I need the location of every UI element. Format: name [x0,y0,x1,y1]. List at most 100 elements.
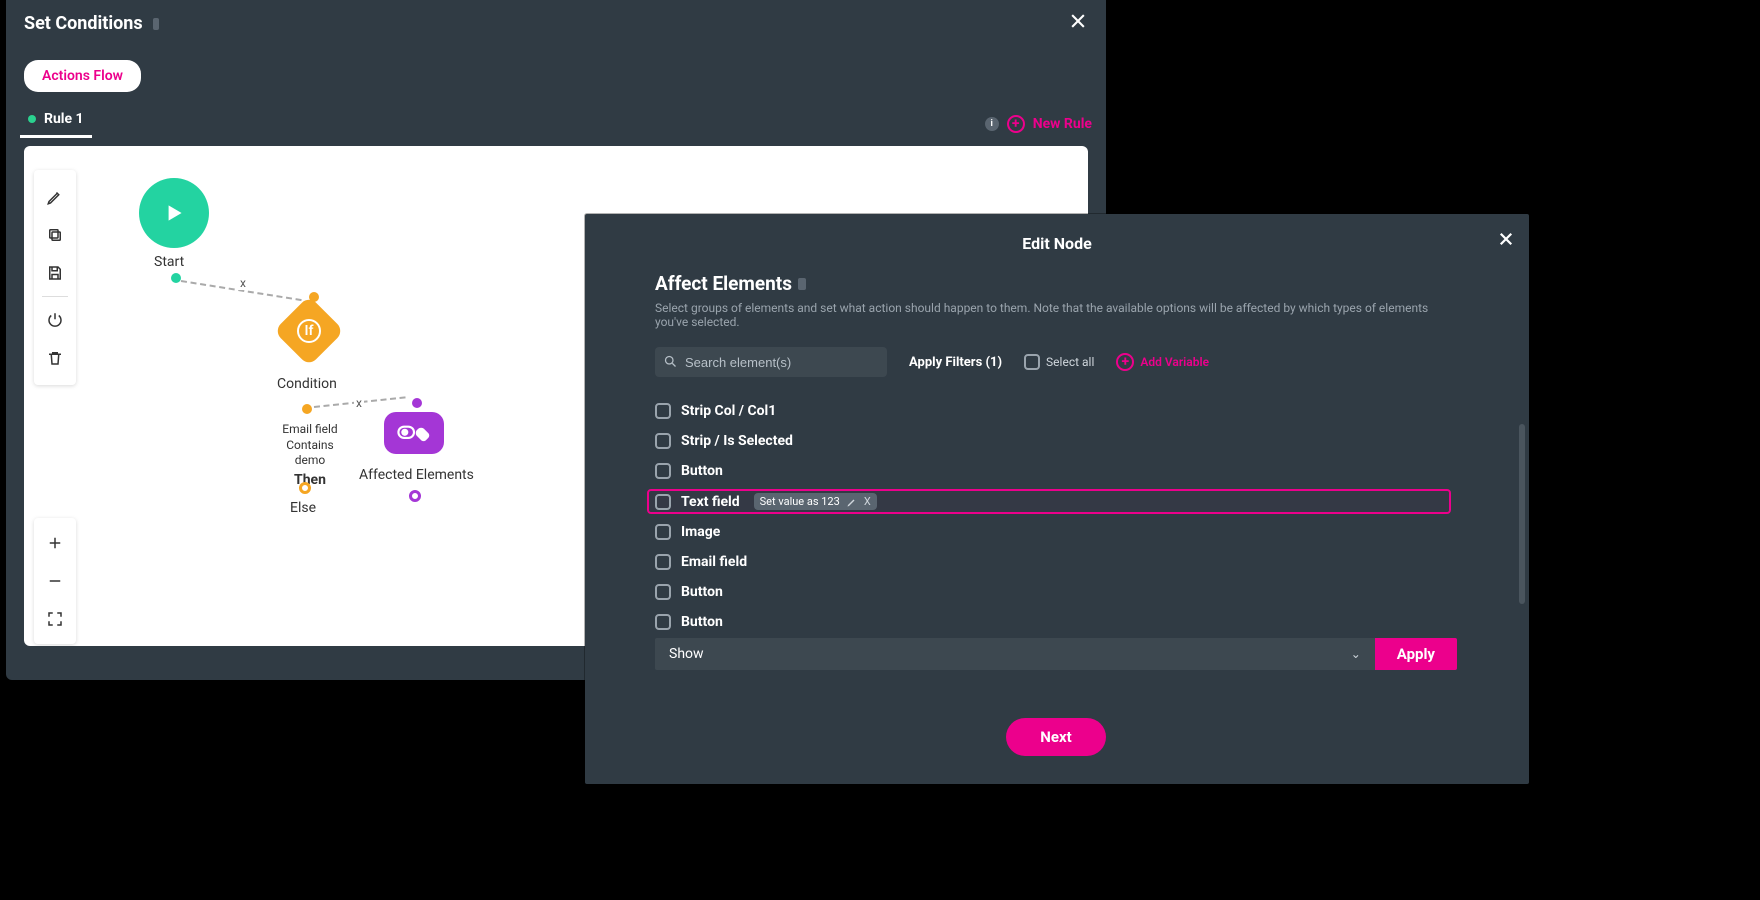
new-rule-button[interactable]: New Rule [1033,116,1092,132]
edge-delete-icon[interactable]: x [238,276,248,290]
hand-click-icon [397,421,431,445]
value-chip[interactable]: Set value as 123 X [754,493,877,510]
element-row[interactable]: Image [655,522,1449,542]
start-node[interactable] [139,178,209,248]
plus-circle-icon[interactable]: + [1007,115,1025,133]
active-dot-icon [28,115,36,123]
play-icon [161,200,187,226]
checkbox-icon[interactable] [655,554,671,570]
actions-flow-button[interactable]: Actions Flow [24,60,141,92]
select-all-label: Select all [1046,355,1094,369]
checkbox-icon[interactable] [655,584,671,600]
info-icon[interactable] [153,18,159,30]
apply-filters-button[interactable]: Apply Filters (1) [909,355,1002,370]
actions-flow-label: Actions Flow [42,68,123,84]
then-branch-label: Email field Contains demo Then [280,422,340,489]
trash-icon[interactable] [41,344,69,372]
checkbox-icon[interactable] [655,524,671,540]
checkbox-icon [1024,354,1040,370]
action-select[interactable]: Show ⌄ [655,638,1375,670]
search-wrapper [655,347,887,377]
power-icon[interactable] [41,306,69,334]
then-detail-2: Contains demo [286,438,333,468]
rule-1-label: Rule 1 [44,111,84,127]
save-icon[interactable] [41,259,69,287]
title-text: Set Conditions [24,13,143,34]
plus-circle-icon: + [1116,353,1134,371]
search-input[interactable] [655,347,887,377]
search-icon [663,354,678,369]
copy-icon[interactable] [41,221,69,249]
zoom-in-icon[interactable] [41,529,69,557]
element-label: Button [681,584,723,600]
condition-node[interactable]: If [274,296,345,367]
scrollbar[interactable] [1519,424,1525,604]
edit-node-header: Edit Node [585,214,1529,272]
edit-node-body: Affect Elements Select groups of element… [585,272,1529,756]
checkbox-icon[interactable] [655,403,671,419]
edit-node-title: Edit Node [1022,234,1091,253]
select-all-checkbox[interactable]: Select all [1024,354,1094,370]
affect-controls: Apply Filters (1) Select all + Add Varia… [655,347,1457,377]
next-wrapper: Next [655,718,1457,756]
checkbox-icon[interactable] [655,433,671,449]
fullscreen-icon[interactable] [41,605,69,633]
action-row: Show ⌄ Apply [655,638,1457,670]
element-row[interactable]: Email field [655,552,1449,572]
then-detail-1: Email field [282,422,337,436]
edit-icon[interactable] [846,496,858,508]
info-icon[interactable] [798,278,806,290]
chip-label: Set value as 123 [760,495,840,508]
canvas-toolbar [34,170,76,385]
then-port-icon[interactable] [299,482,311,494]
start-label: Start [154,254,184,270]
set-conditions-title: Set Conditions [24,13,159,34]
element-label: Strip / Is Selected [681,433,793,449]
affect-elements-description: Select groups of elements and set what a… [655,301,1457,329]
affected-elements-label: Affected Elements [359,467,474,483]
info-icon[interactable]: i [985,117,999,131]
element-list: Strip Col / Col1 Strip / Is Selected Butto… [655,401,1449,632]
add-variable-button[interactable]: + Add Variable [1116,353,1209,371]
affect-elements-header: Affect Elements [655,272,1457,295]
edit-icon[interactable] [41,183,69,211]
element-row[interactable]: Strip Col / Col1 [655,401,1449,421]
element-label: Text field [681,494,740,510]
zoom-out-icon[interactable] [41,567,69,595]
else-label: Else [290,500,316,516]
port-condition-then[interactable] [302,404,312,414]
checkbox-icon[interactable] [655,494,671,510]
element-label: Image [681,524,720,540]
element-row[interactable]: Button [655,612,1449,632]
chevron-down-icon: ⌄ [1351,647,1361,661]
affected-out-port-icon[interactable] [409,490,421,502]
checkbox-icon[interactable] [655,614,671,630]
checkbox-icon[interactable] [655,463,671,479]
action-select-value: Show [669,646,704,662]
element-label: Button [681,463,723,479]
next-button[interactable]: Next [1006,718,1105,756]
remove-chip-icon[interactable]: X [864,495,871,508]
set-conditions-header: Set Conditions [6,0,1106,46]
close-icon[interactable] [1497,228,1515,252]
port-affected-in[interactable] [412,398,422,408]
tab-rule-1[interactable]: Rule 1 [20,111,92,138]
affect-elements-title: Affect Elements [655,272,792,295]
add-variable-label: Add Variable [1140,355,1209,369]
element-label: Strip Col / Col1 [681,403,776,419]
element-row[interactable]: Button [655,582,1449,602]
port-start-out[interactable] [171,273,181,283]
new-rule-button-group: i + New Rule [985,115,1092,133]
apply-button[interactable]: Apply [1375,638,1457,670]
element-row[interactable]: Text field Set value as 123 X [649,491,1449,512]
element-row[interactable]: Button [655,461,1449,481]
condition-label: Condition [277,376,337,392]
edge-delete-icon[interactable]: x [354,396,364,410]
apply-label: Apply [1397,645,1435,663]
element-row[interactable]: Strip / Is Selected [655,431,1449,451]
if-icon: If [297,319,321,343]
close-icon[interactable] [1068,11,1088,35]
affected-elements-node[interactable] [384,412,444,454]
toolbar-divider [42,296,68,297]
edit-node-panel: Edit Node Affect Elements Select groups … [585,214,1529,784]
